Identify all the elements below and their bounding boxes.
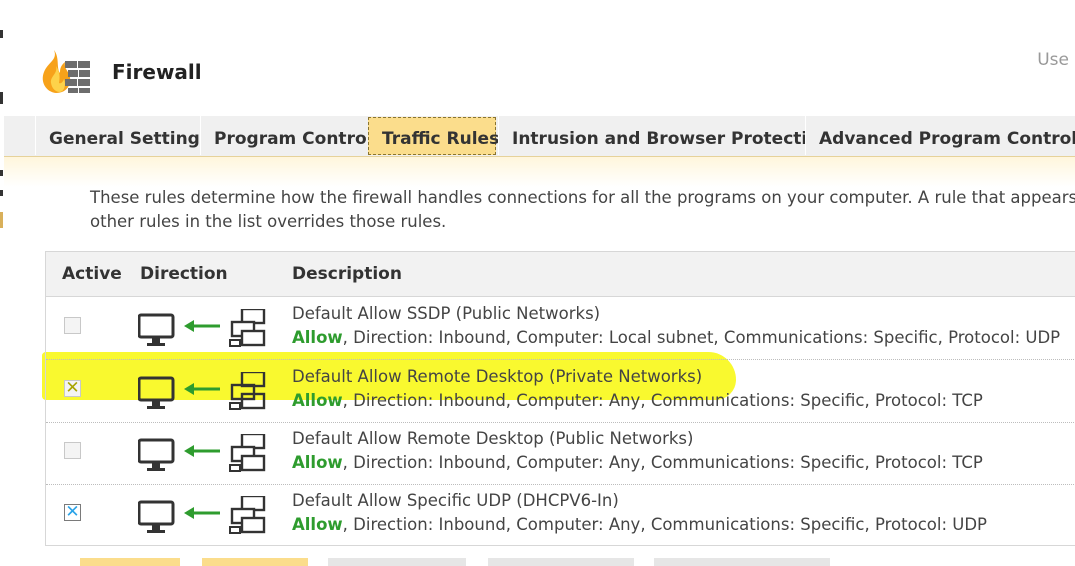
rules-intro: These rules determine how the firewall h…	[90, 186, 1075, 234]
action-button[interactable]	[654, 558, 830, 566]
left-edge-mark	[0, 212, 3, 228]
rule-detail: Allow, Direction: Inbound, Computer: Loc…	[292, 328, 1060, 347]
table-row[interactable]: ✕ Default Allow Specific UDP (DHCPV6-In)…	[46, 484, 1075, 546]
rule-detail: Allow, Direction: Inbound, Computer: Any…	[292, 391, 983, 410]
tab-general-settings[interactable]: General Settings	[35, 116, 210, 155]
app-title: Firewall	[112, 60, 202, 84]
rule-name: Default Allow Remote Desktop (Private Ne…	[292, 367, 703, 386]
table-row[interactable]: ✕ Default Allow Remote Desktop (Private …	[46, 360, 1075, 423]
checkmark-icon: ✕	[65, 378, 80, 398]
tab-advanced-program-control[interactable]: Advanced Program Control	[805, 116, 1075, 155]
computer-inbound-network-icon	[138, 309, 266, 347]
rule-name: Default Allow Remote Desktop (Public Net…	[292, 429, 694, 448]
column-header-active[interactable]: Active	[62, 264, 122, 284]
content-top-fade	[4, 157, 1075, 187]
rule-name: Default Allow Specific UDP (DHCPV6-In)	[292, 491, 619, 510]
rule-detail: Allow, Direction: Inbound, Computer: Any…	[292, 453, 983, 472]
table-row[interactable]: Default Allow SSDP (Public Networks) All…	[46, 297, 1075, 360]
tab-traffic-rules[interactable]: Traffic Rules	[368, 117, 499, 155]
firewall-flame-wall-icon	[42, 50, 90, 93]
column-header-description[interactable]: Description	[292, 264, 402, 284]
action-button[interactable]	[202, 558, 308, 566]
table-row[interactable]: Default Allow Remote Desktop (Public Net…	[46, 422, 1075, 485]
rule-detail-text: , Direction: Inbound, Computer: Any, Com…	[342, 453, 983, 472]
rule-detail: Allow, Direction: Inbound, Computer: Any…	[292, 515, 987, 534]
left-edge-mark	[0, 92, 3, 104]
table-header: Active Direction Description	[46, 252, 1075, 297]
intro-line-2: other rules in the list overrides those …	[90, 212, 447, 231]
active-checkbox[interactable]: ✕	[64, 502, 81, 522]
action-button[interactable]	[80, 558, 180, 566]
computer-inbound-network-icon	[138, 434, 266, 472]
rule-action: Allow	[292, 453, 343, 472]
column-header-direction[interactable]: Direction	[140, 264, 228, 284]
tab-program-control[interactable]: Program Control	[200, 116, 372, 155]
left-edge-mark	[0, 190, 3, 196]
rule-action: Allow	[292, 391, 343, 410]
active-checkbox[interactable]: ✕	[64, 378, 81, 398]
checkmark-icon: ✕	[65, 502, 80, 522]
active-checkbox[interactable]	[64, 442, 81, 459]
app-header: Firewall Use	[4, 0, 1075, 116]
rule-detail-text: , Direction: Inbound, Computer: Local su…	[342, 328, 1061, 347]
rule-action: Allow	[292, 515, 343, 534]
rule-detail-text: , Direction: Inbound, Computer: Any, Com…	[342, 515, 988, 534]
traffic-rules-table: Active Direction Description Default All…	[45, 251, 1075, 546]
tab-intrusion-browser-protection[interactable]: Intrusion and Browser Protection	[498, 116, 831, 155]
tab-bar: General Settings Program Control Traffic…	[4, 116, 1075, 157]
action-button[interactable]	[488, 558, 634, 566]
rule-detail-text: , Direction: Inbound, Computer: Any, Com…	[342, 391, 983, 410]
left-edge-mark	[0, 30, 3, 38]
left-edge-mark	[0, 170, 3, 176]
action-button[interactable]	[328, 558, 466, 566]
intro-line-1: These rules determine how the firewall h…	[90, 188, 1075, 207]
computer-inbound-network-icon	[138, 496, 266, 534]
active-checkbox[interactable]	[64, 317, 81, 334]
computer-inbound-network-icon	[138, 372, 266, 410]
rule-name: Default Allow SSDP (Public Networks)	[292, 304, 601, 323]
user-link[interactable]: Use	[1037, 50, 1069, 70]
rule-action: Allow	[292, 328, 343, 347]
